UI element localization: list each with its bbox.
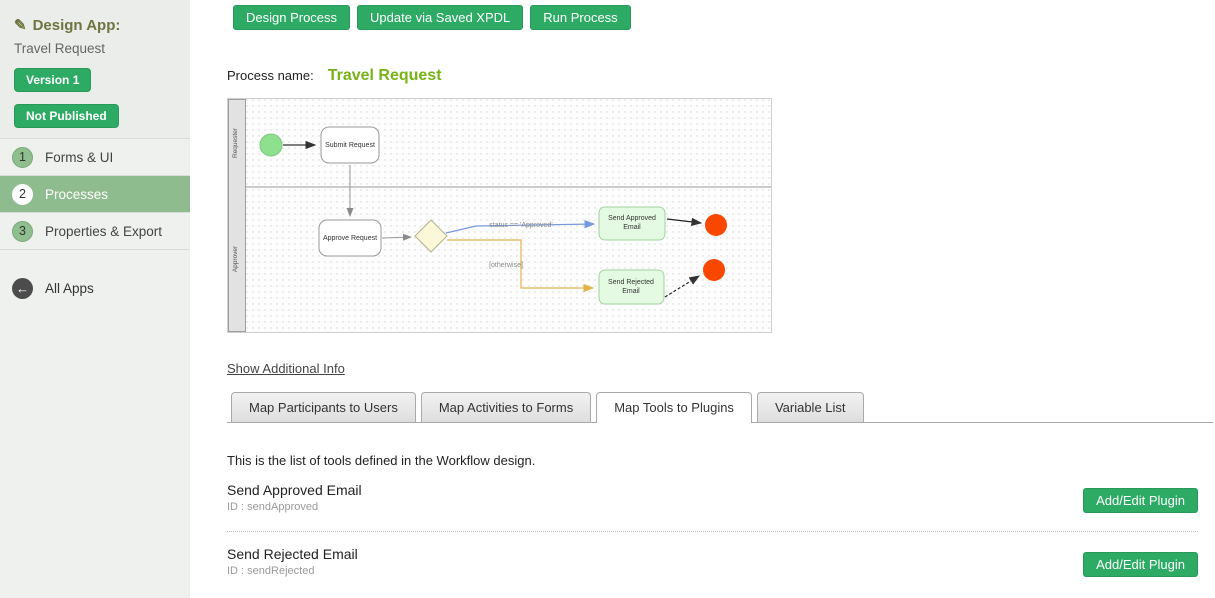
design-process-button[interactable]: Design Process — [233, 5, 350, 30]
design-app-title: ✎ Design App: — [14, 16, 176, 34]
tool-name: Send Approved Email — [227, 482, 362, 498]
process-name-label: Process name: — [227, 68, 314, 83]
send-approved-label-1: Send Approved — [608, 215, 656, 222]
tool-info: Send Rejected Email ID : sendRejected — [227, 546, 358, 577]
lane-label-approver: Approver — [232, 245, 239, 272]
all-apps-label: All Apps — [45, 281, 94, 296]
tools-description: This is the list of tools defined in the… — [227, 453, 1198, 468]
show-additional-info-link[interactable]: Show Additional Info — [227, 361, 345, 376]
tool-id: ID : sendRejected — [227, 565, 358, 577]
step-number-badge: 1 — [12, 147, 33, 168]
send-rejected-email-node[interactable] — [599, 270, 664, 304]
lane-label-requester: Requester — [232, 127, 239, 158]
flow-label-otherwise: [otherwise] — [489, 262, 523, 269]
step-number-badge: 3 — [12, 221, 33, 242]
sidebar-item-label: Processes — [45, 187, 108, 202]
app-name: Travel Request — [14, 41, 176, 56]
update-xpdl-button[interactable]: Update via Saved XPDL — [357, 5, 523, 30]
end-event-node-1[interactable] — [705, 214, 727, 236]
send-approved-label-2: Email — [623, 224, 641, 231]
end-event-node-2[interactable] — [703, 259, 725, 281]
all-apps-link[interactable]: ← All Apps — [0, 278, 190, 299]
sidebar-item-properties-export[interactable]: 3 Properties & Export — [0, 212, 190, 249]
published-status-badge[interactable]: Not Published — [14, 104, 119, 128]
sidebar-item-label: Properties & Export — [45, 224, 162, 239]
tab-variable-list[interactable]: Variable List — [757, 392, 864, 422]
tool-id: ID : sendApproved — [227, 501, 362, 513]
tool-row-send-rejected: Send Rejected Email ID : sendRejected Ad… — [227, 532, 1198, 595]
flow-label-approved: status == 'Approved' — [489, 222, 552, 229]
sidebar-item-forms-ui[interactable]: 1 Forms & UI — [0, 138, 190, 175]
tab-map-activities-to-forms[interactable]: Map Activities to Forms — [421, 392, 591, 422]
version-badge[interactable]: Version 1 — [14, 68, 91, 92]
tool-name: Send Rejected Email — [227, 546, 358, 562]
back-arrow-icon: ← — [12, 278, 33, 299]
send-rejected-label-2: Email — [622, 288, 640, 295]
design-app-title-label: Design App: — [33, 17, 121, 34]
tool-info: Send Approved Email ID : sendApproved — [227, 482, 362, 513]
sidebar-item-label: Forms & UI — [45, 150, 113, 165]
tab-map-participants-to-users[interactable]: Map Participants to Users — [231, 392, 416, 422]
mapping-tabs: Map Participants to Users Map Activities… — [227, 392, 1213, 423]
edit-icon: ✎ — [14, 16, 27, 34]
step-number-badge: 2 — [12, 184, 33, 205]
sidebar-header: ✎ Design App: Travel Request Version 1 N… — [0, 0, 190, 138]
sidebar: ✎ Design App: Travel Request Version 1 N… — [0, 0, 190, 598]
run-process-button[interactable]: Run Process — [530, 5, 630, 30]
approve-request-label: Approve Request — [323, 235, 377, 242]
process-name-row: Process name: Travel Request — [227, 67, 1198, 85]
process-toolbar: Design Process Update via Saved XPDL Run… — [233, 5, 1198, 30]
add-edit-plugin-button-2[interactable]: Add/Edit Plugin — [1083, 552, 1198, 577]
main-content: Design Process Update via Saved XPDL Run… — [190, 0, 1215, 598]
send-rejected-label-1: Send Rejected — [608, 279, 654, 286]
add-edit-plugin-button-1[interactable]: Add/Edit Plugin — [1083, 488, 1198, 513]
start-event-node[interactable] — [260, 134, 282, 156]
tool-row-send-approved: Send Approved Email ID : sendApproved Ad… — [227, 468, 1198, 532]
tab-map-tools-to-plugins[interactable]: Map Tools to Plugins — [596, 392, 752, 423]
sidebar-item-processes[interactable]: 2 Processes — [0, 175, 190, 212]
process-name-value: Travel Request — [328, 67, 442, 85]
process-diagram[interactable]: Requester Approver status == 'Approved' … — [227, 98, 772, 333]
submit-request-label: Submit Request — [325, 142, 375, 149]
sidebar-nav: 1 Forms & UI 2 Processes 3 Properties & … — [0, 138, 190, 250]
